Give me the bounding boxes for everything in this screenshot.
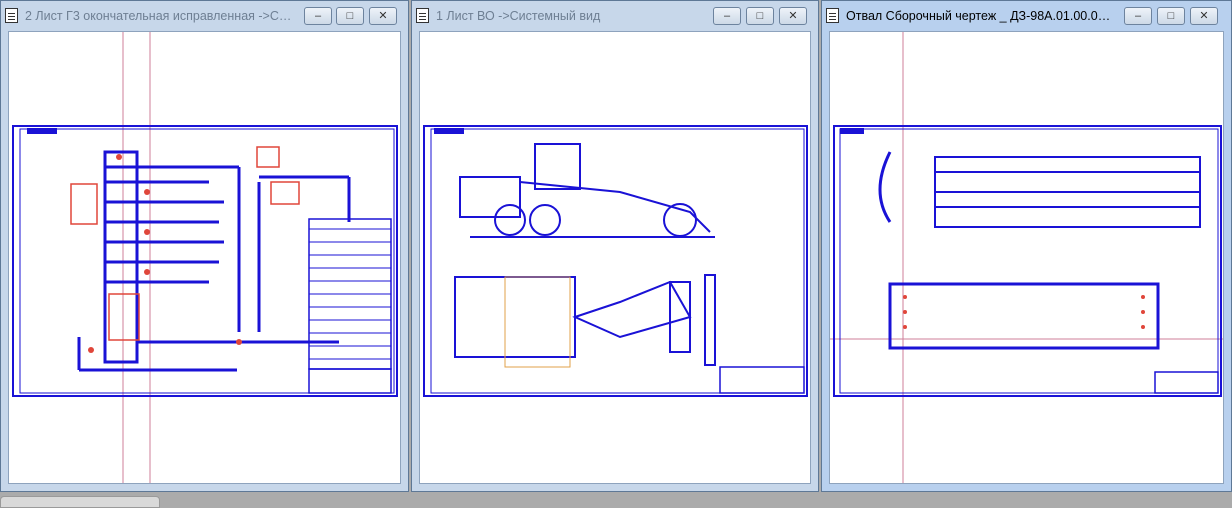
inner-frame xyxy=(430,128,805,394)
document-window-2[interactable]: 1 Лист ВО ->Системный вид – □ ✕ xyxy=(411,0,819,492)
stamp-label xyxy=(27,128,57,134)
window-titlebar[interactable]: 1 Лист ВО ->Системный вид – □ ✕ xyxy=(412,1,818,31)
close-button[interactable]: ✕ xyxy=(369,7,397,25)
window-title: Отвал Сборочный чертеж _ ДЗ-98А.01.00.00… xyxy=(846,9,1116,23)
maximize-button[interactable]: □ xyxy=(746,7,774,25)
stamp-label xyxy=(434,128,464,134)
red-markers xyxy=(903,295,1145,329)
window-titlebar[interactable]: 2 Лист Г3 окончательная исправленная ->С… xyxy=(1,1,408,31)
title-block xyxy=(719,366,805,394)
drawing-viewport[interactable] xyxy=(419,31,811,484)
drawing-viewport[interactable] xyxy=(8,31,401,484)
grader-top-view xyxy=(454,274,716,366)
hydraulic-scheme-drawing xyxy=(12,32,398,483)
blade-top-view xyxy=(934,156,1201,228)
drawing-viewport[interactable] xyxy=(829,31,1224,484)
maximize-button[interactable]: □ xyxy=(336,7,364,25)
document-window-1[interactable]: 2 Лист Г3 окончательная исправленная ->С… xyxy=(0,0,409,492)
bottom-tab[interactable] xyxy=(0,496,160,508)
blade-front-view xyxy=(888,282,1160,350)
grader-side-view xyxy=(459,143,715,238)
document-icon xyxy=(416,8,429,23)
orange-outline xyxy=(504,276,571,368)
close-button[interactable]: ✕ xyxy=(1190,7,1218,25)
spec-table-rows xyxy=(309,228,391,360)
maximize-button[interactable]: □ xyxy=(1157,7,1185,25)
sheet-frame xyxy=(833,125,1222,397)
red-markers xyxy=(88,154,242,353)
title-block xyxy=(308,368,392,394)
window-title: 1 Лист ВО ->Системный вид xyxy=(436,9,601,23)
grader-general-view-drawing xyxy=(423,125,808,397)
minimize-button[interactable]: – xyxy=(713,7,741,25)
document-icon xyxy=(5,8,18,23)
window-titlebar[interactable]: Отвал Сборочный чертеж _ ДЗ-98А.01.00.00… xyxy=(822,1,1231,31)
blade-assembly-drawing xyxy=(830,32,1223,483)
window-title: 2 Лист Г3 окончательная исправленная ->С… xyxy=(25,9,295,23)
status-bar xyxy=(0,492,1232,503)
sheet-frame xyxy=(423,125,808,397)
minimize-button[interactable]: – xyxy=(1124,7,1152,25)
blade-section xyxy=(878,151,892,223)
document-window-3[interactable]: Отвал Сборочный чертеж _ ДЗ-98А.01.00.00… xyxy=(821,0,1232,492)
stamp-label xyxy=(840,128,864,134)
minimize-button[interactable]: – xyxy=(304,7,332,25)
close-button[interactable]: ✕ xyxy=(779,7,807,25)
inner-frame xyxy=(839,128,1219,394)
title-block xyxy=(1154,371,1219,394)
document-icon xyxy=(826,8,839,23)
